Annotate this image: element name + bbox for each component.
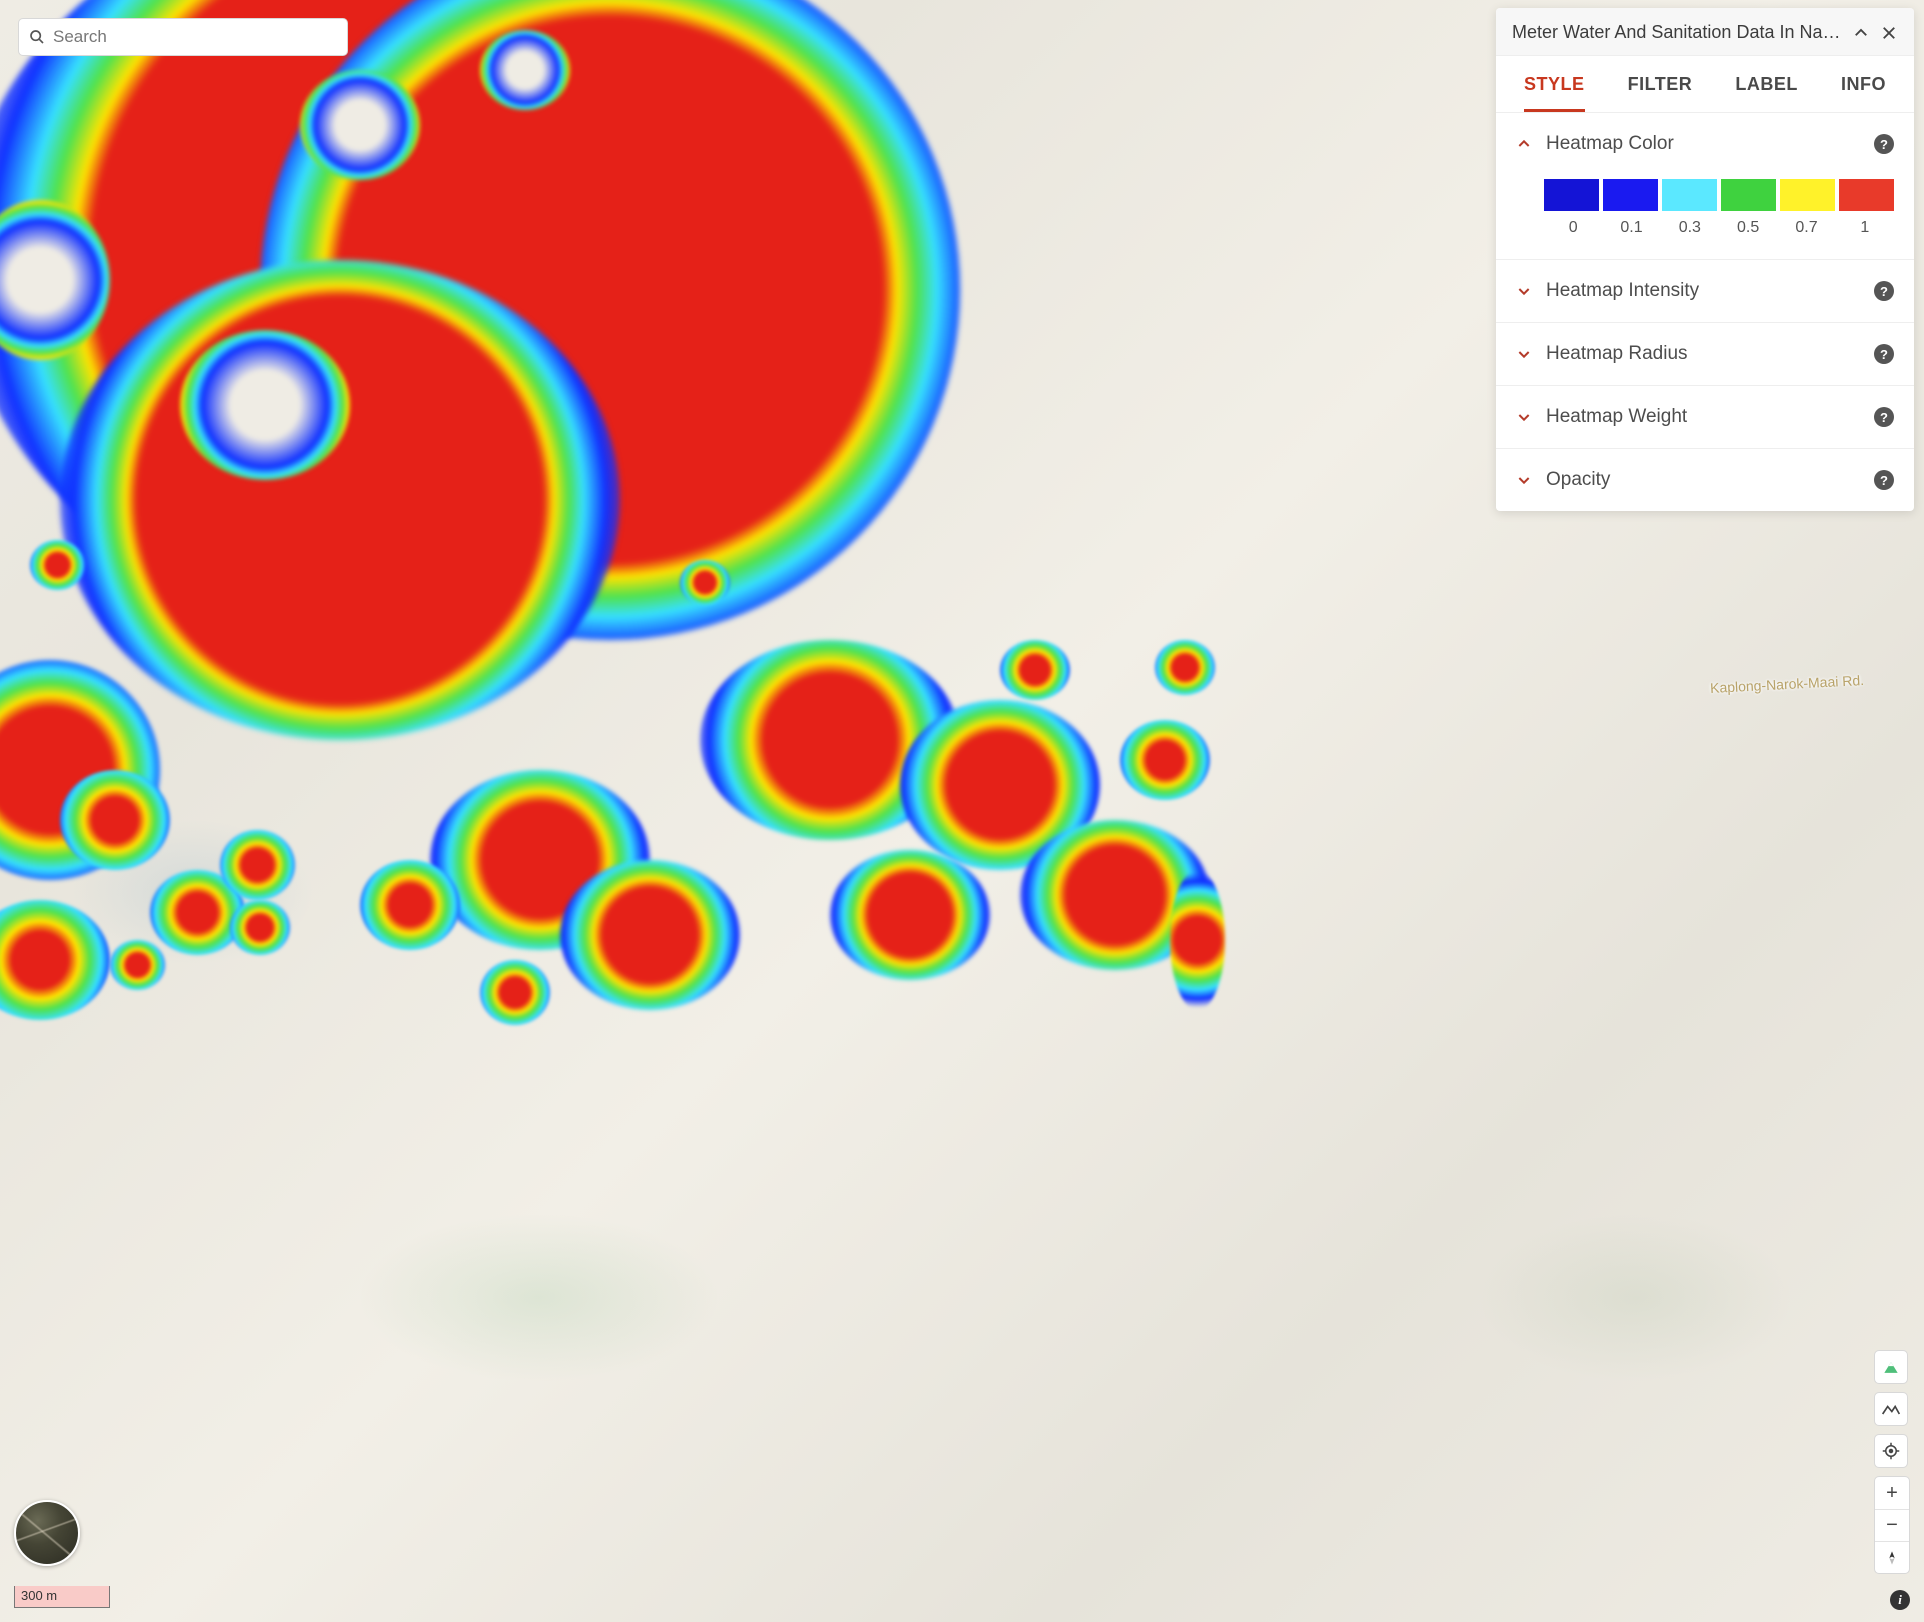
swatch-value: 0.7 [1777, 219, 1835, 237]
color-swatch[interactable] [1603, 179, 1658, 211]
basemap-outdoor-button[interactable] [1874, 1350, 1908, 1384]
help-icon[interactable]: ? [1874, 344, 1894, 364]
section-label: Heatmap Intensity [1546, 280, 1860, 302]
section-head-heatmap-color[interactable]: Heatmap Color ? [1496, 113, 1914, 175]
chevron-down-icon [1516, 472, 1532, 488]
map-controls: + − [1874, 1350, 1910, 1574]
tab-filter[interactable]: FILTER [1628, 74, 1693, 112]
attribution-icon[interactable]: i [1890, 1590, 1910, 1610]
color-ramp: 0 0.1 0.3 0.5 0.7 1 [1496, 175, 1914, 259]
section-heatmap-radius: Heatmap Radius ? [1496, 322, 1914, 385]
tab-style[interactable]: STYLE [1524, 74, 1585, 112]
color-swatch-labels: 0 0.1 0.3 0.5 0.7 1 [1544, 219, 1894, 237]
swatch-value: 0.3 [1661, 219, 1719, 237]
panel-header: Meter Water And Sanitation Data In Na… [1496, 8, 1914, 56]
locate-icon [1882, 1442, 1900, 1460]
scale-bar: 300 m [14, 1586, 110, 1608]
zoom-in-button[interactable]: + [1875, 1477, 1909, 1509]
search-icon [29, 29, 45, 45]
basemap-switcher[interactable] [14, 1500, 80, 1566]
color-swatch-row [1544, 179, 1894, 211]
section-head-heatmap-radius[interactable]: Heatmap Radius ? [1496, 323, 1914, 385]
color-swatch[interactable] [1839, 179, 1894, 211]
panel-tabs: STYLE FILTER LABEL INFO [1496, 56, 1914, 112]
search-box[interactable] [18, 18, 348, 56]
section-head-heatmap-weight[interactable]: Heatmap Weight ? [1496, 386, 1914, 448]
section-head-opacity[interactable]: Opacity ? [1496, 449, 1914, 511]
help-icon[interactable]: ? [1874, 134, 1894, 154]
section-head-heatmap-intensity[interactable]: Heatmap Intensity ? [1496, 260, 1914, 322]
panel-title: Meter Water And Sanitation Data In Na… [1512, 22, 1842, 43]
section-label: Heatmap Weight [1546, 406, 1860, 428]
swatch-value: 0.5 [1719, 219, 1777, 237]
mountain-outline-icon [1881, 1399, 1901, 1419]
help-icon[interactable]: ? [1874, 470, 1894, 490]
search-input[interactable] [53, 27, 337, 47]
help-icon[interactable]: ? [1874, 281, 1894, 301]
section-label: Heatmap Radius [1546, 343, 1860, 365]
basemap-terrain-button[interactable] [1874, 1392, 1908, 1426]
tab-info[interactable]: INFO [1841, 74, 1886, 112]
mountain-filled-icon [1881, 1357, 1901, 1377]
zoom-control: + − [1874, 1476, 1910, 1574]
chevron-down-icon [1516, 346, 1532, 362]
chevron-down-icon [1516, 409, 1532, 425]
help-icon[interactable]: ? [1874, 407, 1894, 427]
swatch-value: 0 [1544, 219, 1602, 237]
swatch-value: 1 [1836, 219, 1894, 237]
swatch-value: 0.1 [1602, 219, 1660, 237]
tab-label[interactable]: LABEL [1735, 74, 1798, 112]
close-icon[interactable] [1880, 24, 1898, 42]
zoom-out-button[interactable]: − [1875, 1509, 1909, 1541]
layer-panel: Meter Water And Sanitation Data In Na… S… [1496, 8, 1914, 511]
color-swatch[interactable] [1780, 179, 1835, 211]
color-swatch[interactable] [1544, 179, 1599, 211]
compass-icon [1884, 1550, 1900, 1566]
color-swatch[interactable] [1662, 179, 1717, 211]
collapse-icon[interactable] [1852, 24, 1870, 42]
chevron-up-icon [1516, 136, 1532, 152]
color-swatch[interactable] [1721, 179, 1776, 211]
locate-button[interactable] [1874, 1434, 1908, 1468]
section-opacity: Opacity ? [1496, 448, 1914, 511]
compass-button[interactable] [1875, 1541, 1909, 1573]
section-label: Opacity [1546, 469, 1860, 491]
section-label: Heatmap Color [1546, 133, 1860, 155]
chevron-down-icon [1516, 283, 1532, 299]
section-heatmap-color: Heatmap Color ? 0 0.1 0.3 0.5 0.7 1 [1496, 112, 1914, 259]
section-heatmap-weight: Heatmap Weight ? [1496, 385, 1914, 448]
section-heatmap-intensity: Heatmap Intensity ? [1496, 259, 1914, 322]
